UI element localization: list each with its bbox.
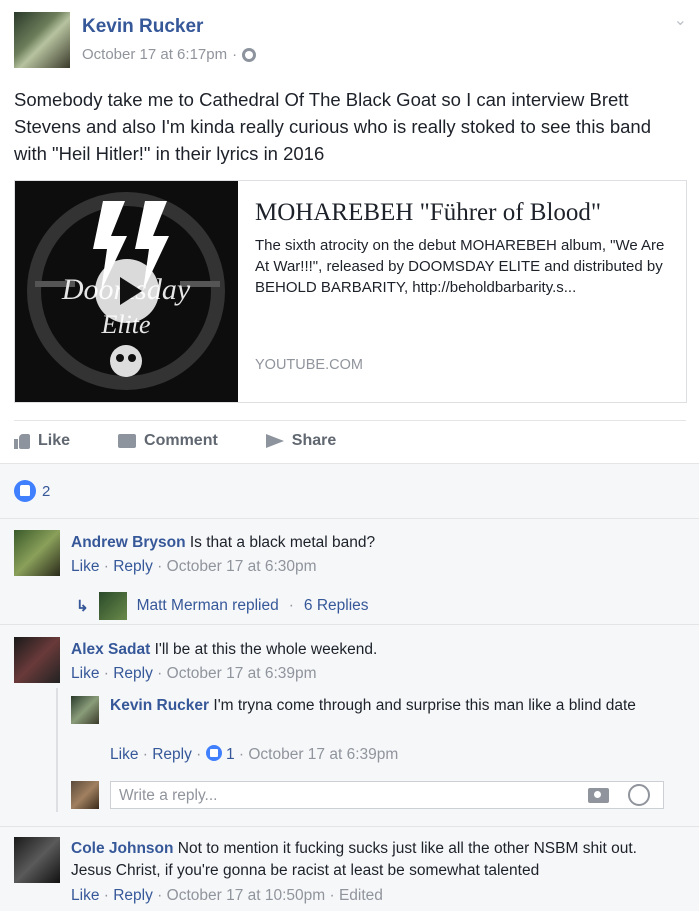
globe-icon[interactable] [242,47,257,62]
reply-time[interactable]: October 17 at 6:39pm [248,746,398,763]
avatar[interactable] [14,530,60,576]
comment-author[interactable]: Andrew Bryson [71,534,186,551]
preview-title[interactable]: MOHAREBEH "Führer of Blood" [255,199,675,227]
view-replies[interactable]: ↳ Matt Merman replied · 6 Replies [76,592,369,620]
reply-reply-link[interactable]: Reply [152,746,192,763]
meta-separator: · [288,597,294,614]
reply-meta: Like · Reply · 1 · October 17 at 6:39pm [110,745,399,763]
thread-line [56,688,58,812]
comment: Andrew Bryson Is that a black metal band… [71,532,671,554]
replies-count: 6 Replies [303,597,369,614]
author-avatar[interactable] [14,12,70,68]
comment-like-link[interactable]: Like [71,558,99,575]
comment-meta: Like · Reply · October 17 at 6:30pm [71,558,317,575]
divider [0,624,699,625]
comment-author[interactable]: Alex Sadat [71,641,150,658]
share-icon [265,434,284,448]
reactions-summary[interactable]: 2 [14,480,50,502]
reply-like-count[interactable]: 1 [226,746,235,763]
replies-author: Matt Merman replied [136,597,279,614]
comment-time[interactable]: October 17 at 10:50pm [167,887,326,904]
post-meta: October 17 at 6:17pm · [82,46,257,63]
preview-description: The sixth atrocity on the debut MOHAREBE… [255,237,665,296]
comment-text: Is that a black metal band? [189,534,376,551]
video-thumbnail[interactable]: Doomsday Elite [15,181,238,402]
comment-author[interactable]: Cole Johnson [71,840,173,857]
share-label: Share [291,432,337,449]
like-reaction-icon [205,745,222,761]
link-preview[interactable]: Doomsday Elite MOHAREBEH "Führer of Bloo… [14,180,687,403]
emoji-icon[interactable] [628,784,650,806]
reply-text: I'm tryna come through and surprise this… [213,697,636,714]
divider [0,826,699,827]
chevron-down-icon[interactable]: ⌄ [674,10,687,30]
avatar [71,781,99,809]
reply-input[interactable]: Write a reply... [110,781,664,809]
comment-reply-link[interactable]: Reply [113,665,153,682]
comment-label: Comment [144,432,218,449]
reply-placeholder: Write a reply... [119,787,218,804]
comment: Alex Sadat I'll be at this the whole wee… [71,639,671,661]
divider [14,420,686,421]
reply-arrow-icon: ↳ [76,598,89,615]
post-author[interactable]: Kevin Rucker [82,16,203,38]
avatar[interactable] [14,637,60,683]
avatar[interactable] [71,696,99,724]
post-timestamp[interactable]: October 17 at 6:17pm [82,46,227,63]
comment-like-link[interactable]: Like [71,665,99,682]
avatar[interactable] [14,837,60,883]
camera-icon[interactable] [588,788,609,803]
share-button[interactable]: Share [265,432,337,450]
comment: Cole Johnson Not to mention it fucking s… [71,838,671,882]
reply: Kevin Rucker I'm tryna come through and … [110,695,670,717]
comment-text: I'll be at this the whole weekend. [154,641,378,658]
divider [0,518,699,519]
play-icon[interactable] [95,259,159,323]
edited-label[interactable]: Edited [339,887,383,904]
avatar [98,592,127,620]
thumbs-up-icon [14,433,30,449]
like-label: Like [38,432,71,449]
reaction-count: 2 [42,482,51,500]
preview-domain: YOUTUBE.COM [255,357,363,373]
comment-like-link[interactable]: Like [71,887,99,904]
comment-time[interactable]: October 17 at 6:30pm [167,558,317,575]
comment-reply-link[interactable]: Reply [113,558,153,575]
like-button[interactable]: Like [14,432,70,450]
like-reaction-icon [14,480,36,502]
comment-meta: Like · Reply · October 17 at 10:50pm · E… [71,887,383,904]
reply-author[interactable]: Kevin Rucker [110,697,209,714]
comment-icon [118,434,137,448]
meta-separator: · [232,46,238,63]
comment-meta: Like · Reply · October 17 at 6:39pm [71,665,317,682]
post-text: Somebody take me to Cathedral Of The Bla… [14,89,651,164]
comment-time[interactable]: October 17 at 6:39pm [167,665,317,682]
comment-button[interactable]: Comment [118,432,218,450]
action-bar: Like Comment Share [14,432,384,450]
reply-like-link[interactable]: Like [110,746,138,763]
comment-reply-link[interactable]: Reply [113,887,153,904]
